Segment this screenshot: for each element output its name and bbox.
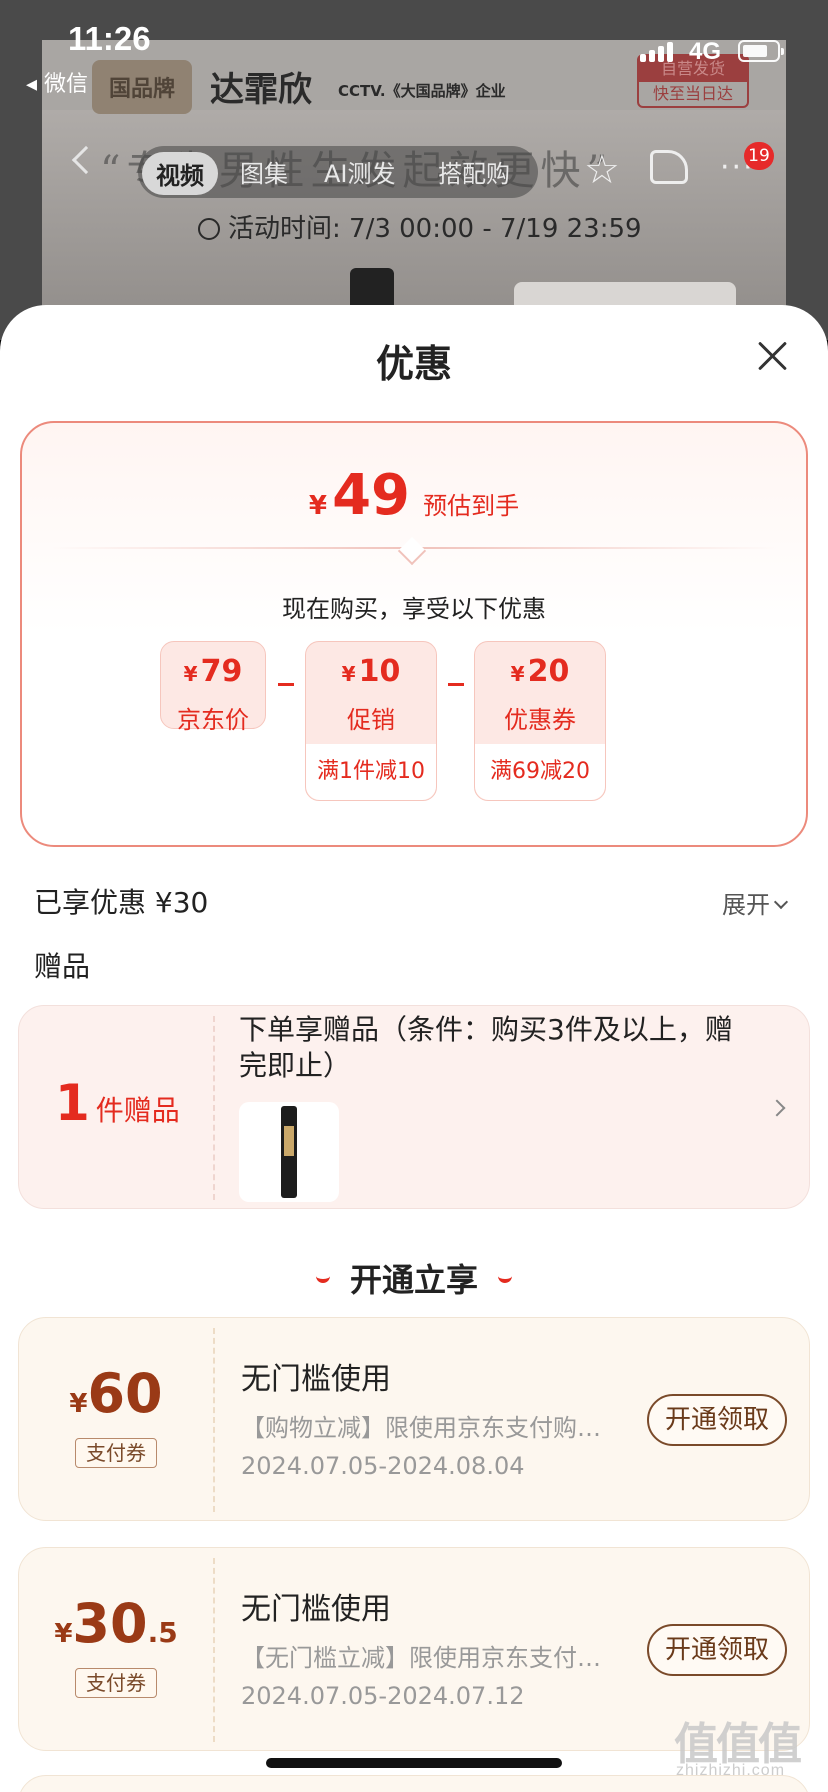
alarm-clock-icon xyxy=(198,218,220,240)
price-currency: ¥ xyxy=(510,662,525,686)
price-currency: ¥ xyxy=(183,662,198,686)
minus-sign xyxy=(448,683,464,686)
home-indicator[interactable] xyxy=(266,1758,562,1768)
coupon-subtitle: 【购物立减】限使用京东支付购… xyxy=(241,1414,601,1442)
saved-amount: 已享优惠 ¥30 xyxy=(34,886,209,919)
network-type: 4G xyxy=(689,38,722,65)
divider-caret xyxy=(397,536,427,566)
message-badge: 19 xyxy=(744,142,774,170)
estimate-currency: ¥ xyxy=(308,491,327,521)
discount-sheet: 优惠 ¥ 49 预估到手 现在购买，享受以下优惠 ¥79 京东价 ¥10 促销 … xyxy=(0,305,828,1792)
activity-time-text: 活动时间: 7/3 00:00 - 7/19 23:59 xyxy=(228,214,642,244)
favorite-star-icon[interactable]: ☆ xyxy=(584,150,620,190)
battery-icon xyxy=(738,40,784,62)
chevron-down-icon xyxy=(773,894,789,910)
tab-ai-hair-test[interactable]: AI测发 xyxy=(324,154,396,189)
coupon-currency: ¥ xyxy=(54,1619,73,1649)
coupon-date: 2024.07.05-2024.07.12 xyxy=(241,1682,525,1710)
gift-count: 1 件赠品 xyxy=(55,1074,180,1132)
tab-bundle-buy[interactable]: 搭配购 xyxy=(438,154,510,189)
price-value: 10 xyxy=(358,654,401,689)
cellular-signal-icon xyxy=(640,40,680,62)
expand-label: 展开 xyxy=(722,891,770,919)
chevron-right-icon xyxy=(768,1099,786,1117)
price-box-jd: ¥79 京东价 xyxy=(160,641,266,734)
back-to-wechat[interactable]: ◂ 微信 xyxy=(26,66,88,98)
open-section-heading: 开通立享 xyxy=(0,1255,828,1301)
price-condition: 满1件减10 xyxy=(306,744,436,800)
coupon-amount: ¥60 xyxy=(19,1362,213,1425)
price-condition: 满69减20 xyxy=(475,744,605,800)
coupon-title: 无门槛使用 xyxy=(241,1362,391,1397)
coupon-separator xyxy=(213,1328,215,1512)
price-name: 京东价 xyxy=(177,706,249,734)
estimate-amount: 49 xyxy=(332,463,411,528)
coupon-currency: ¥ xyxy=(69,1389,88,1419)
gift-heading: 赠品 xyxy=(34,950,91,983)
expand-button[interactable]: 展开 xyxy=(722,885,789,920)
coupon-tag: 支付券 xyxy=(75,1668,157,1698)
price-name: 促销 xyxy=(347,706,395,734)
close-icon[interactable] xyxy=(758,341,788,371)
gift-count-number: 1 xyxy=(55,1074,90,1132)
estimated-price: ¥ 49 预估到手 xyxy=(22,463,806,528)
price-value: 20 xyxy=(527,654,570,689)
tab-video[interactable]: 视频 xyxy=(142,152,218,195)
gift-card[interactable]: 1 件赠品 下单享赠品（条件：购买3件及以上，赠完即止） xyxy=(18,1005,810,1209)
coupon-title: 无门槛使用 xyxy=(241,1592,391,1627)
price-box-promotion: ¥10 促销 满1件减10 xyxy=(305,641,437,801)
coupon-amount: ¥30.5 xyxy=(19,1592,213,1655)
sheet-title: 优惠 xyxy=(375,342,452,386)
price-summary-card: ¥ 49 预估到手 现在购买，享受以下优惠 ¥79 京东价 ¥10 促销 满1件… xyxy=(20,421,808,847)
status-time: 11:26 xyxy=(68,20,151,57)
coupon-tag: 支付券 xyxy=(75,1438,157,1468)
heading-decoration-right xyxy=(498,1275,512,1283)
activity-time: 活动时间: 7/3 00:00 - 7/19 23:59 xyxy=(198,208,642,245)
enjoy-text: 现在购买，享受以下优惠 xyxy=(282,595,546,623)
gift-description: 下单享赠品（条件：购买3件及以上，赠完即止） xyxy=(239,1013,733,1082)
coupon-value: 30 xyxy=(72,1592,148,1655)
coupon-date: 2024.07.05-2024.08.04 xyxy=(241,1452,525,1480)
price-box-coupon: ¥20 优惠券 满69减20 xyxy=(474,641,606,801)
watermark-url: zhizhizhi.com xyxy=(676,1762,786,1779)
price-value: 79 xyxy=(200,654,243,689)
open-and-claim-button[interactable]: 开通领取 xyxy=(647,1624,787,1676)
estimate-label: 预估到手 xyxy=(423,492,520,520)
open-heading-text: 开通立享 xyxy=(349,1261,478,1299)
coupon-subtitle: 【无门槛立减】限使用京东支付… xyxy=(241,1644,601,1672)
gift-thumbnail[interactable] xyxy=(239,1102,339,1202)
coupon-decimal: .5 xyxy=(147,1616,178,1649)
gift-separator xyxy=(213,1016,215,1200)
coupon-card: ¥60 支付券 无门槛使用 【购物立减】限使用京东支付购… 2024.07.05… xyxy=(18,1317,810,1521)
coupon-value: 60 xyxy=(87,1362,163,1425)
media-tab-bar: 视频 图集 AI测发 搭配购 xyxy=(138,146,538,198)
gift-count-unit: 件赠品 xyxy=(95,1094,180,1127)
coupon-separator xyxy=(213,1558,215,1742)
price-name: 优惠券 xyxy=(504,706,576,734)
share-icon[interactable] xyxy=(650,150,688,184)
minus-sign xyxy=(278,683,294,686)
gift-bottle-image xyxy=(281,1106,297,1198)
status-bar: 11:26 ◂ 微信 4G xyxy=(0,0,828,97)
tab-gallery[interactable]: 图集 xyxy=(240,154,288,189)
price-currency: ¥ xyxy=(341,662,356,686)
open-and-claim-button[interactable]: 开通领取 xyxy=(647,1394,787,1446)
heading-decoration-left xyxy=(315,1275,330,1283)
